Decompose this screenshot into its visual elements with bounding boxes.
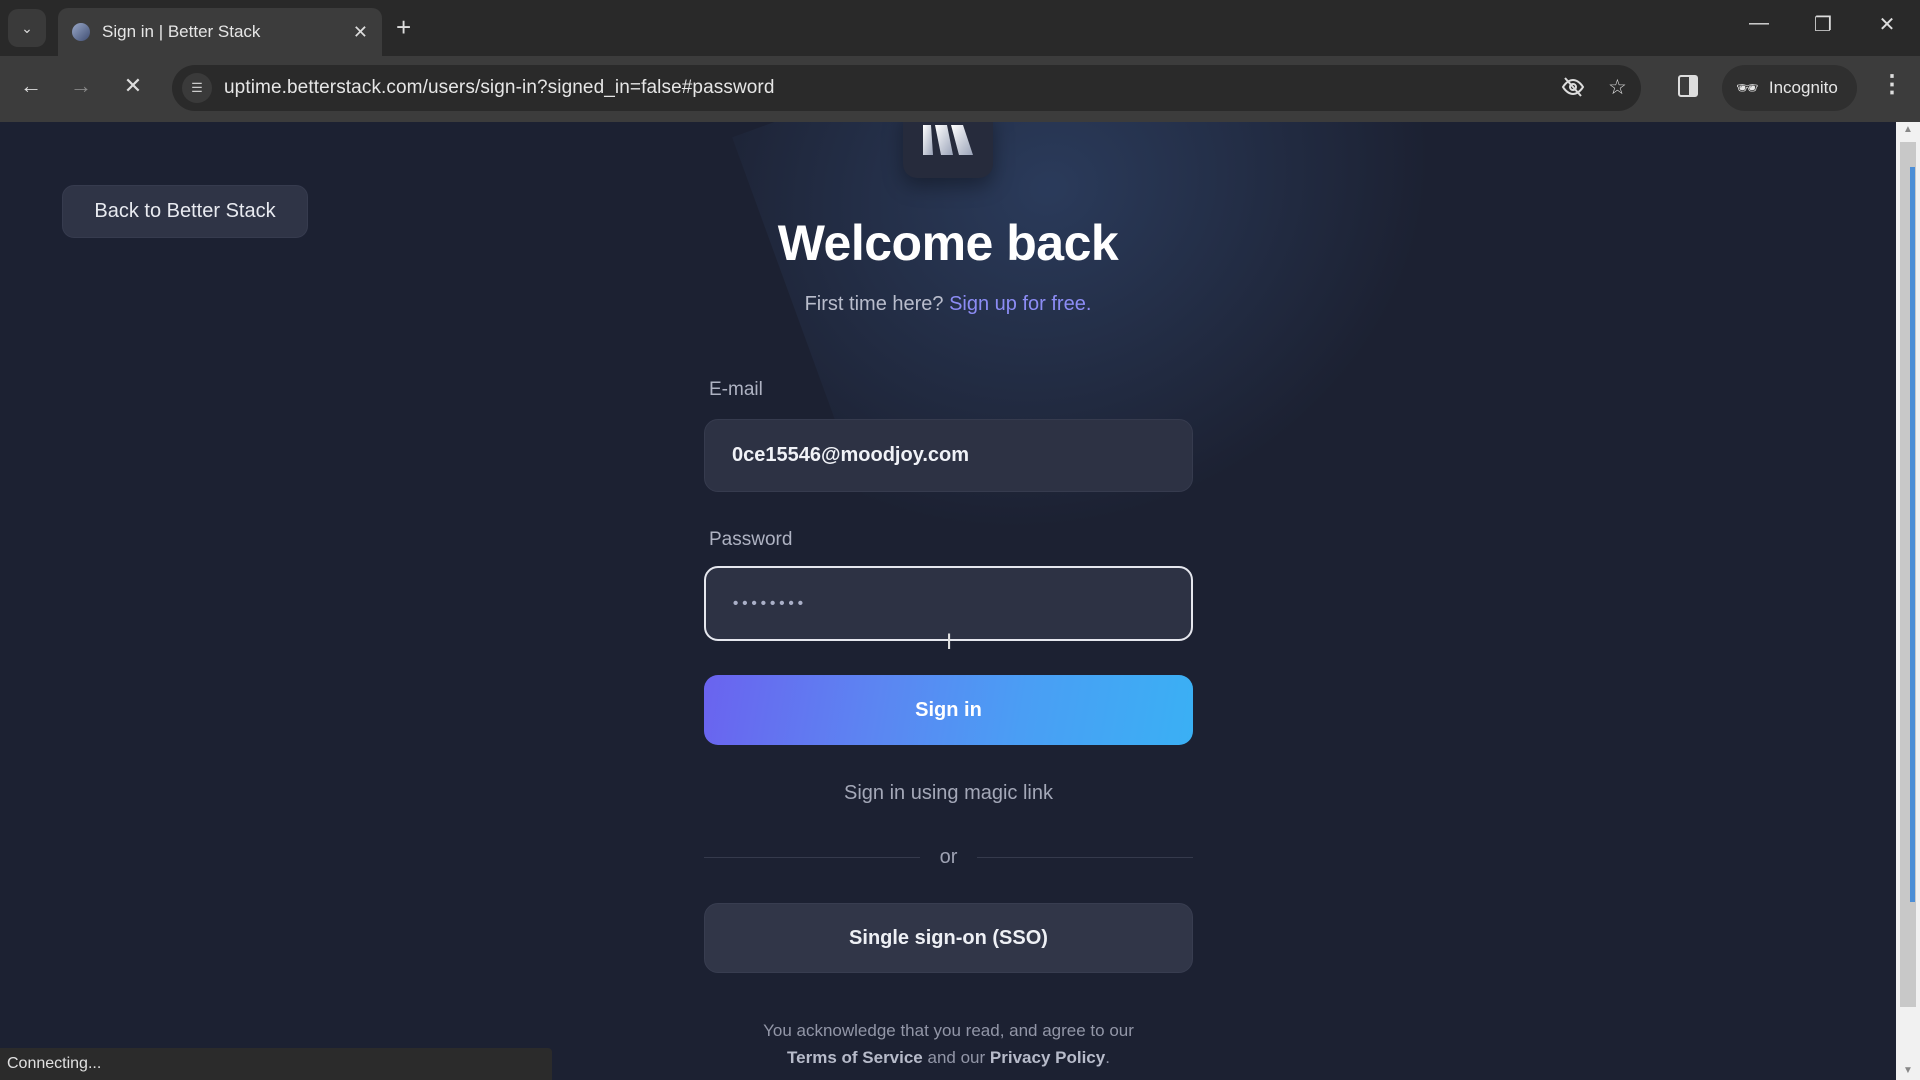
scroll-up-icon[interactable]: ▲ (1896, 124, 1920, 135)
arrow-left-icon: ← (20, 73, 42, 98)
legal-end: . (1105, 1048, 1110, 1067)
page-title: Welcome back (777, 215, 1119, 271)
back-nav-button[interactable]: ← (16, 73, 46, 99)
side-panel-icon[interactable] (1678, 75, 1698, 103)
chevron-down-icon: ⌄ (21, 19, 33, 36)
address-bar[interactable]: ☰ uptime.betterstack.com/users/sign-in?s… (172, 65, 1641, 111)
tab-close-icon[interactable]: ✕ (353, 22, 368, 43)
password-label: Password (709, 529, 793, 550)
terms-of-service-link[interactable]: Terms of Service (787, 1048, 923, 1067)
incognito-icon: 🕶 (1736, 77, 1759, 98)
arrow-right-icon: → (70, 73, 92, 98)
more-vertical-icon[interactable]: ⋮ (1880, 70, 1904, 99)
divider-text: or (939, 845, 958, 868)
status-bar: Connecting... (0, 1048, 552, 1080)
magic-link-button[interactable]: Sign in using magic link (704, 782, 1193, 805)
sso-button[interactable]: Single sign-on (SSO) (704, 903, 1193, 973)
plus-icon: + (396, 12, 412, 42)
incognito-label: Incognito (1768, 78, 1838, 97)
tune-icon: ☰ (191, 80, 203, 95)
incognito-indicator[interactable]: 🕶 Incognito (1722, 65, 1857, 111)
signup-link[interactable]: Sign up for free. (949, 293, 1091, 315)
tab-search-button[interactable]: ⌄ (8, 9, 46, 47)
minimize-button[interactable]: — (1744, 12, 1774, 35)
sign-in-button[interactable]: Sign in (704, 675, 1193, 745)
text-cursor-icon: I (946, 629, 953, 654)
legal-line-1: You acknowledge that you read, and agree… (763, 1021, 1134, 1040)
forward-nav-button[interactable]: → (66, 73, 96, 99)
url-text[interactable]: uptime.betterstack.com/users/sign-in?sig… (224, 77, 775, 99)
logo-icon (923, 125, 973, 155)
tab-title: Sign in | Better Stack (102, 22, 261, 41)
email-label: E-mail (709, 379, 763, 400)
sign-in-page: Back to Better Stack Welcome back First … (0, 122, 1896, 1080)
signup-prompt-text: First time here? (804, 293, 944, 315)
page-scrollbar[interactable]: ▲ ▼ (1896, 122, 1920, 1080)
browser-tab[interactable]: Sign in | Better Stack ✕ (58, 8, 382, 56)
stop-loading-button[interactable]: ✕ (118, 73, 148, 99)
site-info-button[interactable]: ☰ (182, 73, 212, 103)
better-stack-logo (903, 122, 993, 178)
favicon-icon (72, 23, 90, 41)
scrollbar-highlight (1910, 167, 1915, 902)
new-tab-button[interactable]: + (396, 12, 411, 43)
browser-toolbar: ← → ✕ ☰ uptime.betterstack.com/users/sig… (0, 56, 1920, 122)
password-value: •••••••• (733, 595, 808, 612)
window-close-button[interactable]: ✕ (1872, 12, 1902, 37)
close-icon: ✕ (123, 73, 143, 98)
legal-and-text: and our (927, 1048, 986, 1067)
legal-notice: You acknowledge that you read, and agree… (664, 1017, 1233, 1071)
divider-line (704, 856, 920, 858)
privacy-policy-link[interactable]: Privacy Policy (990, 1048, 1105, 1067)
email-value: 0ce15546@moodjoy.com (732, 444, 970, 466)
browser-tab-strip: ⌄ Sign in | Better Stack ✕ + — ❐ ✕ (0, 0, 1920, 56)
email-field[interactable]: 0ce15546@moodjoy.com (704, 419, 1193, 492)
or-divider: or (704, 845, 1194, 869)
divider-line (977, 856, 1194, 858)
restore-button[interactable]: ❐ (1808, 12, 1838, 37)
signup-prompt: First time here? Sign up for free. (0, 293, 1896, 316)
eye-off-icon[interactable] (1561, 75, 1585, 105)
star-icon[interactable]: ☆ (1608, 75, 1627, 100)
legal-line-2: Terms of Service and our Privacy Policy. (664, 1044, 1233, 1071)
background-glow (732, 122, 1568, 627)
scroll-down-icon[interactable]: ▼ (1896, 1065, 1920, 1076)
